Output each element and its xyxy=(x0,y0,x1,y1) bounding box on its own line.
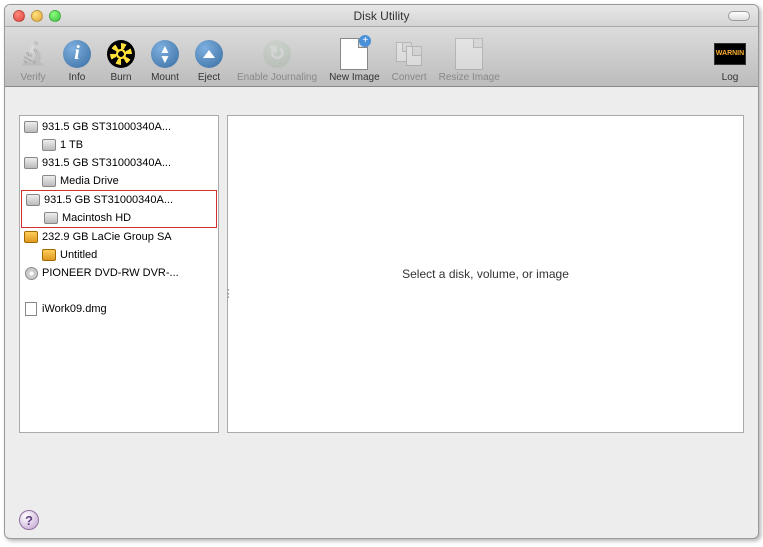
resize-image-icon xyxy=(453,38,485,70)
new-image-button[interactable]: New Image xyxy=(323,29,386,85)
sidebar-drive-4[interactable]: PIONEER DVD-RW DVR-... xyxy=(20,264,218,282)
sidebar-volume-0[interactable]: 1 TB xyxy=(20,136,218,154)
sidebar-drive-3[interactable]: 232.9 GB LaCie Group SA xyxy=(20,228,218,246)
volume-label: Macintosh HD xyxy=(62,212,131,224)
sidebar-image-0[interactable]: iWork09.dmg xyxy=(20,300,218,318)
window-title: Disk Utility xyxy=(5,9,758,23)
sidebar-drive-1[interactable]: 931.5 GB ST31000340A... xyxy=(20,154,218,172)
drive-label: 931.5 GB ST31000340A... xyxy=(44,194,173,206)
eject-button[interactable]: Eject xyxy=(187,29,231,85)
info-icon: i xyxy=(61,38,93,70)
drive-label: PIONEER DVD-RW DVR-... xyxy=(42,267,179,279)
mount-button[interactable]: ▲▼ Mount xyxy=(143,29,187,85)
eject-icon xyxy=(193,38,225,70)
content-body: 931.5 GB ST31000340A... 1 TB 931.5 GB ST… xyxy=(5,87,758,502)
burn-icon xyxy=(105,38,137,70)
volume-label: Untitled xyxy=(60,249,97,261)
highlighted-drive-group: 931.5 GB ST31000340A... Macintosh HD xyxy=(21,190,217,228)
microscope-icon: 🔬 xyxy=(17,38,49,70)
zoom-button[interactable] xyxy=(49,10,61,22)
volume-label: Media Drive xyxy=(60,175,119,187)
minimize-button[interactable] xyxy=(31,10,43,22)
drive-label: 232.9 GB LaCie Group SA xyxy=(42,231,172,243)
optical-disk-icon xyxy=(24,266,38,280)
splitter-handle[interactable]: ⋮ xyxy=(223,287,227,297)
new-image-icon xyxy=(338,38,370,70)
traffic-lights xyxy=(5,10,61,22)
toolbar-toggle-button[interactable] xyxy=(728,11,750,21)
hard-disk-icon xyxy=(26,193,40,207)
dmg-icon xyxy=(24,302,38,316)
hard-disk-icon xyxy=(24,120,38,134)
help-button[interactable]: ? xyxy=(19,510,39,530)
sidebar-volume-2[interactable]: Macintosh HD xyxy=(22,209,216,227)
drive-label: 931.5 GB ST31000340A... xyxy=(42,121,171,133)
log-button[interactable]: WARNIN Log xyxy=(708,29,752,85)
sidebar-volume-3[interactable]: Untitled xyxy=(20,246,218,264)
detail-pane: Select a disk, volume, or image xyxy=(227,115,744,433)
sidebar-divider xyxy=(20,284,218,298)
hard-disk-icon xyxy=(42,174,56,188)
external-disk-icon xyxy=(42,248,56,262)
footer: ? xyxy=(5,502,758,538)
sidebar-volume-1[interactable]: Media Drive xyxy=(20,172,218,190)
enable-journaling-button[interactable]: ↻ Enable Journaling xyxy=(231,29,323,85)
sidebar-drive-2[interactable]: 931.5 GB ST31000340A... xyxy=(22,191,216,209)
mount-icon: ▲▼ xyxy=(149,38,181,70)
sidebar: 931.5 GB ST31000340A... 1 TB 931.5 GB ST… xyxy=(19,115,219,433)
external-disk-icon xyxy=(24,230,38,244)
volume-label: 1 TB xyxy=(60,139,83,151)
titlebar: Disk Utility xyxy=(5,5,758,27)
convert-icon xyxy=(393,38,425,70)
detail-placeholder: Select a disk, volume, or image xyxy=(402,267,569,281)
image-label: iWork09.dmg xyxy=(42,303,107,315)
hard-disk-icon xyxy=(44,211,58,225)
convert-button[interactable]: Convert xyxy=(386,29,433,85)
info-button[interactable]: i Info xyxy=(55,29,99,85)
resize-image-button[interactable]: Resize Image xyxy=(433,29,506,85)
verify-button[interactable]: 🔬 Verify xyxy=(11,29,55,85)
log-icon: WARNIN xyxy=(714,38,746,70)
hard-disk-icon xyxy=(24,156,38,170)
journaling-icon: ↻ xyxy=(261,38,293,70)
sidebar-drive-0[interactable]: 931.5 GB ST31000340A... xyxy=(20,118,218,136)
toolbar: 🔬 Verify i Info Burn ▲▼ Mount Eject ↻ En… xyxy=(5,27,758,87)
close-button[interactable] xyxy=(13,10,25,22)
hard-disk-icon xyxy=(42,138,56,152)
burn-button[interactable]: Burn xyxy=(99,29,143,85)
drive-label: 931.5 GB ST31000340A... xyxy=(42,157,171,169)
disk-utility-window: Disk Utility 🔬 Verify i Info Burn ▲▼ Mou… xyxy=(4,4,759,539)
